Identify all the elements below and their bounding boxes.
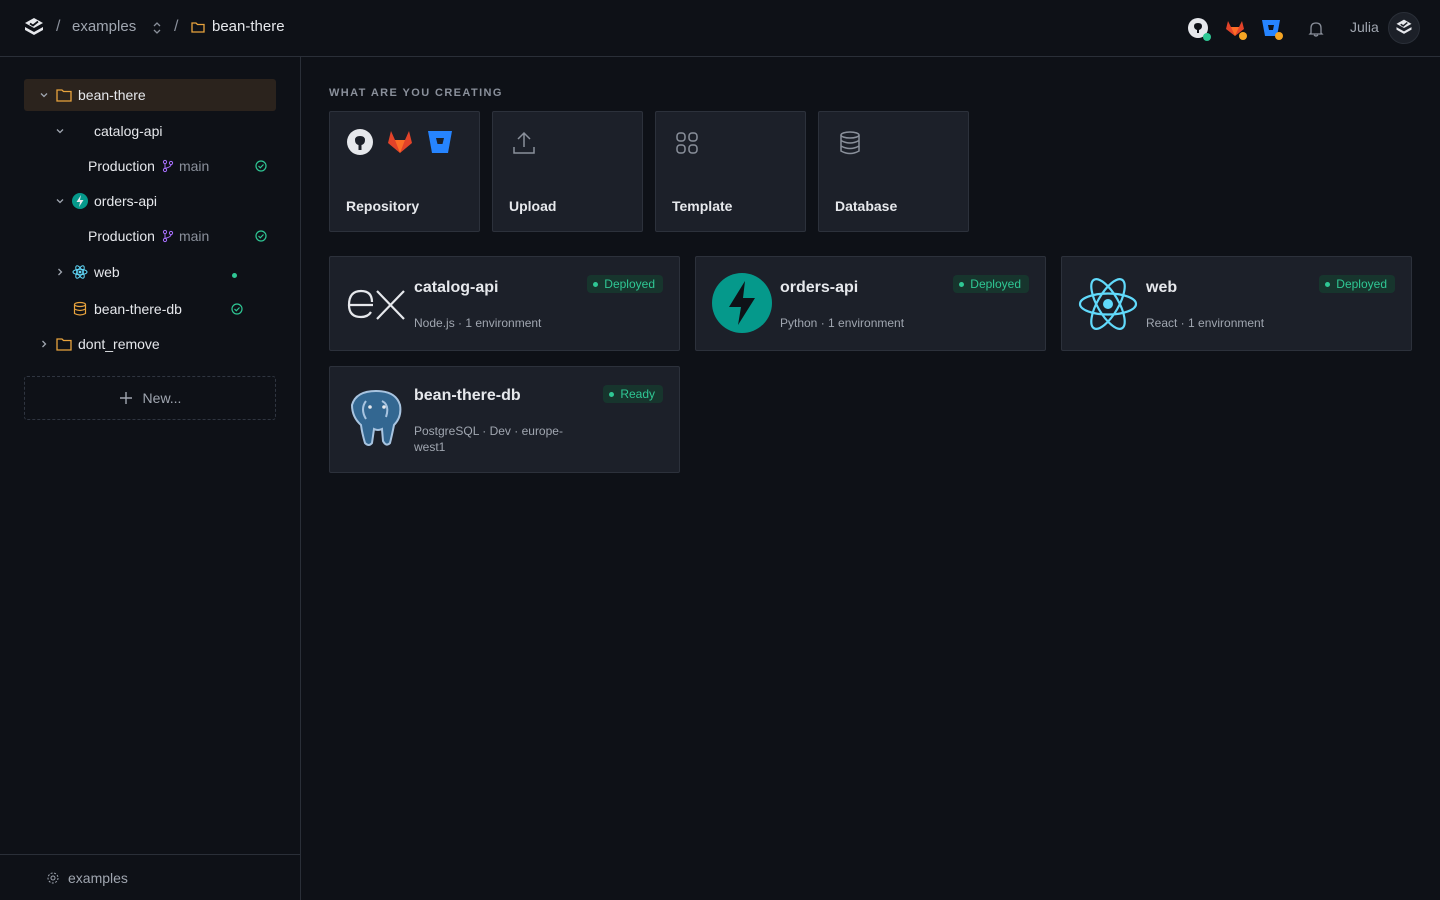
tree-item-label: web (94, 264, 120, 280)
chevron-down-icon[interactable] (52, 123, 68, 139)
fastapi-icon (72, 193, 88, 209)
react-icon (1078, 278, 1138, 330)
chevron-down-icon[interactable] (36, 87, 52, 103)
folder-icon (56, 338, 72, 351)
status-ok-icon (231, 303, 243, 315)
tree-item-orders-api[interactable]: orders-api (24, 185, 276, 217)
service-meta: React · 1 environment (1146, 316, 1265, 330)
user-name[interactable]: Julia (1350, 19, 1379, 35)
status-ok-icon (255, 160, 267, 172)
status-badge: Deployed (1319, 275, 1395, 293)
gitlab-icon (388, 131, 412, 153)
status-badge: Ready (603, 385, 663, 403)
chevron-right-icon[interactable] (36, 336, 52, 352)
github-icon[interactable] (1186, 16, 1212, 42)
gitlab-icon[interactable] (1223, 16, 1249, 42)
tree-item-catalog-env[interactable]: Production main (24, 150, 276, 182)
chevron-down-icon[interactable] (52, 193, 68, 209)
create-repository-label: Repository (346, 198, 420, 214)
create-upload-card[interactable]: Upload (492, 111, 643, 232)
status-dot (232, 273, 237, 278)
selector-chevrons-icon[interactable] (152, 22, 162, 34)
create-template-label: Template (672, 198, 733, 214)
database-icon (73, 301, 87, 316)
tree-item-label: bean-there-db (94, 301, 182, 317)
service-name: bean-there-db (414, 387, 521, 404)
tree-item-project[interactable]: bean-there (24, 79, 276, 111)
express-icon (347, 289, 405, 320)
create-upload-label: Upload (509, 198, 557, 214)
breadcrumb-separator: / (56, 18, 61, 35)
service-meta: Node.js · 1 environment (414, 316, 542, 330)
tree-item-label: orders-api (94, 193, 158, 209)
upload-icon (513, 131, 535, 154)
breadcrumb-org[interactable]: examples (72, 18, 136, 35)
tree-item-label: dont_remove (78, 336, 160, 352)
github-icon (347, 129, 373, 155)
service-card-web[interactable]: web React · 1 environment Deployed (1061, 256, 1412, 351)
create-template-card[interactable]: Template (655, 111, 806, 232)
tree-item-label: bean-there (78, 87, 146, 103)
create-database-label: Database (835, 198, 898, 214)
avatar[interactable] (1388, 12, 1420, 44)
tree-item-web[interactable]: web (24, 256, 276, 288)
status-badge: Deployed (587, 275, 663, 293)
git-branch-icon (162, 229, 174, 243)
tree-item-catalog-api[interactable]: catalog-api (24, 115, 276, 147)
create-database-card[interactable]: Database (818, 111, 969, 232)
folder-icon (56, 89, 72, 102)
bitbucket-icon (428, 131, 452, 153)
footer-label: examples (68, 869, 128, 886)
branch: main (161, 228, 209, 244)
react-icon (72, 265, 88, 279)
tree-item-label: catalog-api (94, 123, 163, 139)
status-badge: Deployed (953, 275, 1029, 293)
gear-icon (47, 872, 59, 883)
new-button[interactable]: New... (24, 376, 276, 420)
tree-item-folder[interactable]: dont_remove (24, 328, 276, 360)
sidebar: bean-there catalog-api Production main o… (0, 57, 301, 900)
fastapi-icon (712, 273, 772, 333)
create-repository-card[interactable]: Repository (329, 111, 480, 232)
chevron-right-icon[interactable] (52, 264, 68, 280)
git-branch-icon (162, 159, 174, 173)
branch-name: main (178, 158, 210, 174)
template-grid-icon (676, 132, 698, 154)
section-title: WHAT ARE YOU CREATING (329, 87, 503, 99)
branch: main (161, 158, 209, 174)
avatar-logo-icon (1396, 19, 1412, 34)
sidebar-footer[interactable]: examples (0, 854, 300, 900)
folder-icon (191, 22, 205, 33)
branch-name: main (178, 228, 210, 244)
breadcrumb-separator: / (174, 18, 179, 35)
bitbucket-icon[interactable] (1259, 16, 1285, 42)
environment-label: Production (88, 228, 155, 244)
postgresql-icon (350, 389, 402, 446)
top-bar: / examples / bean-there Julia (0, 0, 1440, 57)
status-ok-icon (255, 230, 267, 242)
app-logo-icon[interactable] (22, 16, 46, 40)
new-button-label: New... (142, 390, 182, 406)
service-card-orders-api[interactable]: orders-api Python · 1 environment Deploy… (695, 256, 1046, 351)
plus-icon (119, 392, 132, 404)
database-icon (840, 131, 860, 155)
service-meta: Python · 1 environment (780, 316, 905, 330)
bell-icon[interactable] (1306, 19, 1326, 39)
service-name: orders-api (780, 279, 859, 296)
service-name: web (1146, 279, 1178, 296)
breadcrumb-project[interactable]: bean-there (212, 18, 285, 35)
service-card-database[interactable]: bean-there-db PostgreSQL · Dev · europe-… (329, 366, 680, 473)
environment-label: Production (88, 158, 155, 174)
tree-item-orders-env[interactable]: Production main (24, 220, 276, 252)
service-meta: PostgreSQL · Dev · europe-west1 (414, 424, 563, 454)
service-card-catalog-api[interactable]: catalog-api Node.js · 1 environment Depl… (329, 256, 680, 351)
service-name: catalog-api (414, 279, 499, 296)
main-content: WHAT ARE YOU CREATING Repository Upload … (301, 57, 1440, 900)
